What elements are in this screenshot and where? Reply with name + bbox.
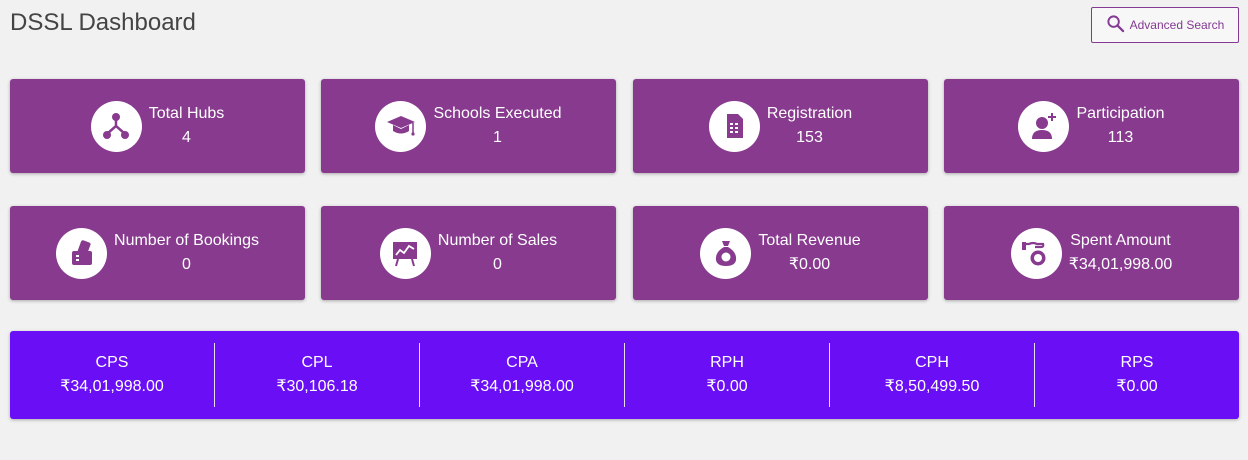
- card-participation: Participation 113: [944, 79, 1239, 173]
- advanced-search-label: Advanced Search: [1129, 18, 1225, 32]
- card-total-hubs: Total Hubs 4: [10, 79, 305, 173]
- card-value: 1: [493, 129, 502, 146]
- card-label: Schools Executed: [433, 105, 562, 122]
- metric-value: ₹30,106.18: [276, 378, 358, 395]
- card-registration: Registration 153: [633, 79, 928, 173]
- graduation-cap-icon: [375, 100, 427, 152]
- card-value: 4: [182, 129, 191, 146]
- metric-value: ₹0.00: [1116, 378, 1158, 395]
- user-add-icon: [1018, 100, 1070, 152]
- tickets-icon: [56, 227, 108, 279]
- card-label: Number of Bookings: [114, 232, 259, 249]
- metric-rps: RPS ₹0.00: [1034, 343, 1239, 407]
- metric-label: CPA: [506, 354, 538, 371]
- metric-label: RPS: [1120, 354, 1154, 371]
- card-label: Number of Sales: [437, 232, 558, 249]
- advanced-search-button[interactable]: Advanced Search: [1091, 7, 1239, 43]
- metric-value: ₹34,01,998.00: [60, 378, 164, 395]
- money-bag-icon: [700, 227, 752, 279]
- card-value: ₹0.00: [788, 256, 831, 273]
- metrics-bar: CPS ₹34,01,998.00 CPL ₹30,106.18 CPA ₹34…: [10, 331, 1239, 419]
- metric-cpa: CPA ₹34,01,998.00: [419, 343, 624, 407]
- card-label: Total Revenue: [758, 232, 861, 249]
- card-total-revenue: Total Revenue ₹0.00: [633, 206, 928, 300]
- metric-value: ₹8,50,499.50: [884, 378, 980, 395]
- card-label: Registration: [766, 105, 853, 122]
- metric-label: CPL: [301, 354, 333, 371]
- hub-network-icon: [90, 100, 142, 152]
- card-label: Participation: [1076, 105, 1165, 122]
- metric-label: CPH: [915, 354, 949, 371]
- card-spent-amount: Spent Amount ₹34,01,998.00: [944, 206, 1239, 300]
- metric-value: ₹34,01,998.00: [470, 378, 574, 395]
- metric-label: RPH: [710, 354, 744, 371]
- metric-cps: CPS ₹34,01,998.00: [10, 343, 214, 407]
- card-value: 0: [182, 256, 191, 273]
- card-value: 0: [493, 256, 502, 273]
- metric-rph: RPH ₹0.00: [624, 343, 829, 407]
- metric-cph: CPH ₹8,50,499.50: [829, 343, 1034, 407]
- card-value: ₹34,01,998.00: [1068, 256, 1173, 273]
- card-schools-executed: Schools Executed 1: [321, 79, 616, 173]
- document-icon: [708, 100, 760, 152]
- metric-value: ₹0.00: [706, 378, 748, 395]
- card-label: Spent Amount: [1070, 232, 1171, 249]
- card-number-of-bookings: Number of Bookings 0: [10, 206, 305, 300]
- card-value: 113: [1107, 129, 1134, 146]
- card-label: Total Hubs: [148, 105, 225, 122]
- search-icon: [1106, 14, 1125, 36]
- metric-cpl: CPL ₹30,106.18: [214, 343, 419, 407]
- card-value: 153: [796, 129, 823, 146]
- page-title: DSSL Dashboard: [10, 9, 196, 36]
- hand-coin-icon: [1010, 227, 1062, 279]
- sales-board-icon: [379, 227, 431, 279]
- metric-label: CPS: [95, 354, 129, 371]
- card-number-of-sales: Number of Sales 0: [321, 206, 616, 300]
